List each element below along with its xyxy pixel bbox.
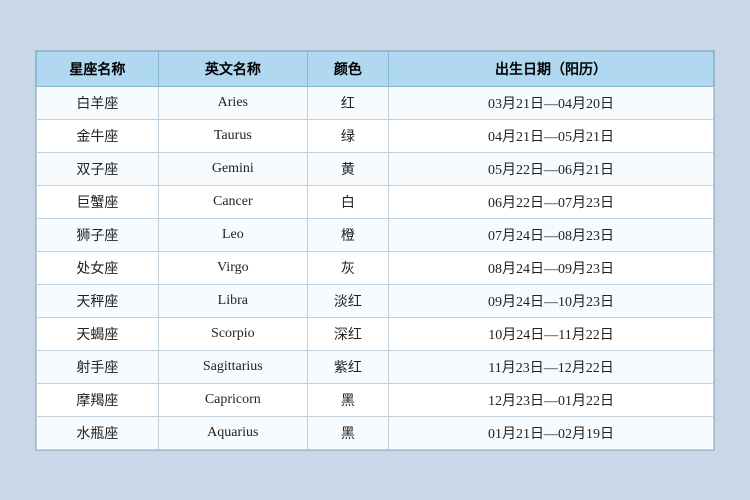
- cell-english-name: Gemini: [158, 152, 307, 185]
- cell-date: 11月23日—12月22日: [389, 350, 714, 383]
- table-row: 射手座Sagittarius紫红11月23日—12月22日: [37, 350, 714, 383]
- cell-color: 紫红: [307, 350, 388, 383]
- header-english-name: 英文名称: [158, 51, 307, 86]
- table-row: 巨蟹座Cancer白06月22日—07月23日: [37, 185, 714, 218]
- cell-english-name: Aquarius: [158, 416, 307, 449]
- cell-date: 06月22日—07月23日: [389, 185, 714, 218]
- cell-date: 10月24日—11月22日: [389, 317, 714, 350]
- cell-date: 12月23日—01月22日: [389, 383, 714, 416]
- cell-color: 绿: [307, 119, 388, 152]
- table-row: 金牛座Taurus绿04月21日—05月21日: [37, 119, 714, 152]
- table-row: 处女座Virgo灰08月24日—09月23日: [37, 251, 714, 284]
- cell-color: 黄: [307, 152, 388, 185]
- cell-color: 黑: [307, 383, 388, 416]
- cell-english-name: Virgo: [158, 251, 307, 284]
- cell-chinese-name: 狮子座: [37, 218, 159, 251]
- cell-color: 白: [307, 185, 388, 218]
- cell-date: 08月24日—09月23日: [389, 251, 714, 284]
- cell-english-name: Leo: [158, 218, 307, 251]
- cell-chinese-name: 金牛座: [37, 119, 159, 152]
- cell-date: 03月21日—04月20日: [389, 86, 714, 119]
- cell-date: 05月22日—06月21日: [389, 152, 714, 185]
- header-chinese-name: 星座名称: [37, 51, 159, 86]
- cell-date: 04月21日—05月21日: [389, 119, 714, 152]
- cell-color: 深红: [307, 317, 388, 350]
- cell-chinese-name: 天蝎座: [37, 317, 159, 350]
- table-row: 白羊座Aries红03月21日—04月20日: [37, 86, 714, 119]
- cell-english-name: Scorpio: [158, 317, 307, 350]
- cell-color: 红: [307, 86, 388, 119]
- cell-english-name: Cancer: [158, 185, 307, 218]
- cell-chinese-name: 双子座: [37, 152, 159, 185]
- header-color: 颜色: [307, 51, 388, 86]
- cell-english-name: Taurus: [158, 119, 307, 152]
- cell-date: 09月24日—10月23日: [389, 284, 714, 317]
- zodiac-table: 星座名称 英文名称 颜色 出生日期（阳历） 白羊座Aries红03月21日—04…: [36, 51, 714, 450]
- table-row: 狮子座Leo橙07月24日—08月23日: [37, 218, 714, 251]
- cell-chinese-name: 巨蟹座: [37, 185, 159, 218]
- cell-chinese-name: 水瓶座: [37, 416, 159, 449]
- cell-english-name: Capricorn: [158, 383, 307, 416]
- table-row: 天蝎座Scorpio深红10月24日—11月22日: [37, 317, 714, 350]
- table-row: 双子座Gemini黄05月22日—06月21日: [37, 152, 714, 185]
- table-row: 水瓶座Aquarius黑01月21日—02月19日: [37, 416, 714, 449]
- cell-color: 黑: [307, 416, 388, 449]
- cell-chinese-name: 白羊座: [37, 86, 159, 119]
- table-row: 摩羯座Capricorn黑12月23日—01月22日: [37, 383, 714, 416]
- cell-chinese-name: 摩羯座: [37, 383, 159, 416]
- cell-color: 灰: [307, 251, 388, 284]
- cell-english-name: Aries: [158, 86, 307, 119]
- cell-english-name: Libra: [158, 284, 307, 317]
- cell-english-name: Sagittarius: [158, 350, 307, 383]
- cell-date: 07月24日—08月23日: [389, 218, 714, 251]
- zodiac-table-container: 星座名称 英文名称 颜色 出生日期（阳历） 白羊座Aries红03月21日—04…: [35, 50, 715, 451]
- cell-chinese-name: 射手座: [37, 350, 159, 383]
- cell-chinese-name: 处女座: [37, 251, 159, 284]
- cell-chinese-name: 天秤座: [37, 284, 159, 317]
- table-row: 天秤座Libra淡红09月24日—10月23日: [37, 284, 714, 317]
- header-date: 出生日期（阳历）: [389, 51, 714, 86]
- cell-color: 橙: [307, 218, 388, 251]
- table-header-row: 星座名称 英文名称 颜色 出生日期（阳历）: [37, 51, 714, 86]
- cell-color: 淡红: [307, 284, 388, 317]
- cell-date: 01月21日—02月19日: [389, 416, 714, 449]
